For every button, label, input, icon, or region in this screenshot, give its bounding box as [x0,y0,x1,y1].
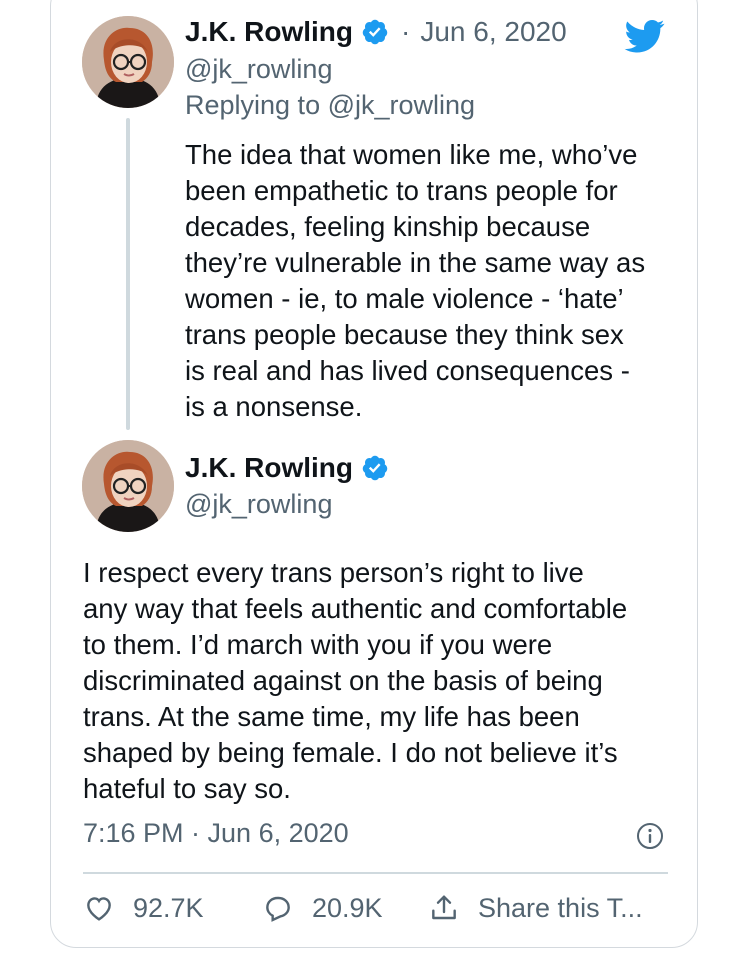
tweet-text-line: been empathetic to trans people for [185,175,618,206]
tweet-text-line: discriminated against on the basis of be… [83,665,603,696]
tweet-text-line: they’re vulnerable in the same way as [185,247,646,278]
tweet-text-line: decades, feeling kinship because [185,211,591,242]
main-tweet-text: I respect every trans person’s right to … [83,555,627,807]
author-name[interactable]: J.K. Rowling [185,452,353,484]
reply-button[interactable]: 20.9K [262,892,383,924]
verified-badge-icon [361,454,389,482]
reply-count: 20.9K [312,892,383,923]
reply-bubble-icon [266,896,290,922]
tweet-text-line: The idea that women like me, who’ve [185,139,638,170]
divider [83,872,668,874]
tweet-text-line: women - ie, to male violence - ‘hate’ [185,283,624,314]
reply-tweet-text: The idea that women like me, who’ve been… [185,137,645,425]
avatar[interactable] [82,440,174,532]
author-name[interactable]: J.K. Rowling [185,16,353,48]
tweet-text-line: trans. At the same time, my life has bee… [83,701,580,732]
main-tweet-header: J.K. Rowling [185,452,389,484]
tweet-text-line: to them. I’d march with you if you were [83,629,553,660]
tweet-date-separator: · [401,16,411,47]
replying-to-prefix: Replying to [185,90,328,120]
tweet-text-line: trans people because they think sex [185,319,624,350]
tweet-text-line: shaped by being female. I do not believe… [83,737,618,768]
verified-badge-icon [361,18,389,46]
tweet-timestamp[interactable]: 7:16 PM · Jun 6, 2020 [83,818,349,849]
like-button[interactable]: 92.7K [83,892,204,924]
tweet-date[interactable]: Jun 6, 2020 [420,16,566,48]
reply-tweet-header: J.K. Rowling · Jun 6, 2020 [185,16,567,48]
thread-connector-line [126,118,130,430]
like-count: 92.7K [133,892,204,923]
replying-to: Replying to @jk_rowling [185,90,475,121]
replying-to-mention[interactable]: @jk_rowling [328,90,475,120]
tweet-text-line: any way that feels authentic and comfort… [83,593,628,624]
share-button[interactable]: Share this T... [428,892,643,924]
tweet-text-line: is a nonsense. [185,391,363,422]
avatar[interactable] [82,16,174,108]
heart-icon [87,897,111,921]
tweet-text-line: is real and has lived consequences - [185,355,630,386]
info-icon[interactable] [636,822,664,850]
tweet-text-line: hateful to say so. [83,773,291,804]
share-label: Share this T... [478,892,643,923]
author-handle[interactable]: @jk_rowling [185,489,332,520]
author-handle[interactable]: @jk_rowling [185,54,332,85]
twitter-bird-icon[interactable] [622,16,668,56]
tweet-text-line: I respect every trans person’s right to … [83,557,584,588]
share-icon [432,895,456,920]
